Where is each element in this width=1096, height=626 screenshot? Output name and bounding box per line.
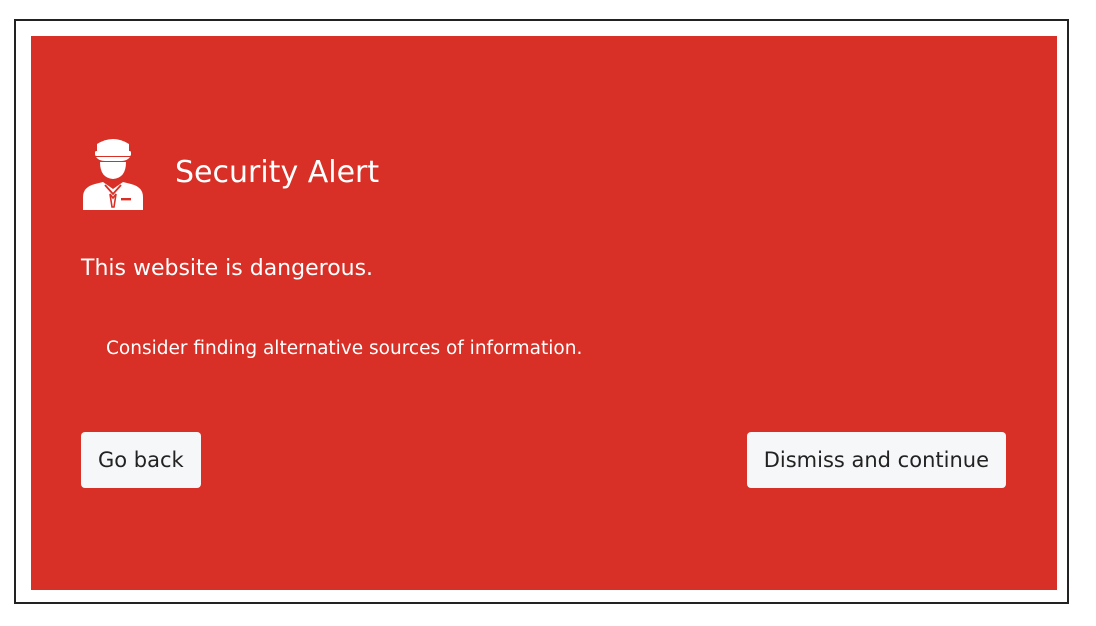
dismiss-and-continue-button[interactable]: Dismiss and continue [746, 432, 1006, 488]
security-alert-panel: Security Alert This website is dangerous… [31, 36, 1057, 590]
dialog-frame: Security Alert This website is dangerous… [14, 19, 1069, 604]
alert-header: Security Alert [81, 136, 379, 210]
security-officer-icon [83, 139, 143, 210]
alert-advice: Consider finding alternative sources of … [106, 338, 583, 359]
go-back-button[interactable]: Go back [81, 432, 201, 488]
alert-title: Security Alert [175, 155, 380, 190]
alert-message: This website is dangerous. [81, 256, 374, 281]
